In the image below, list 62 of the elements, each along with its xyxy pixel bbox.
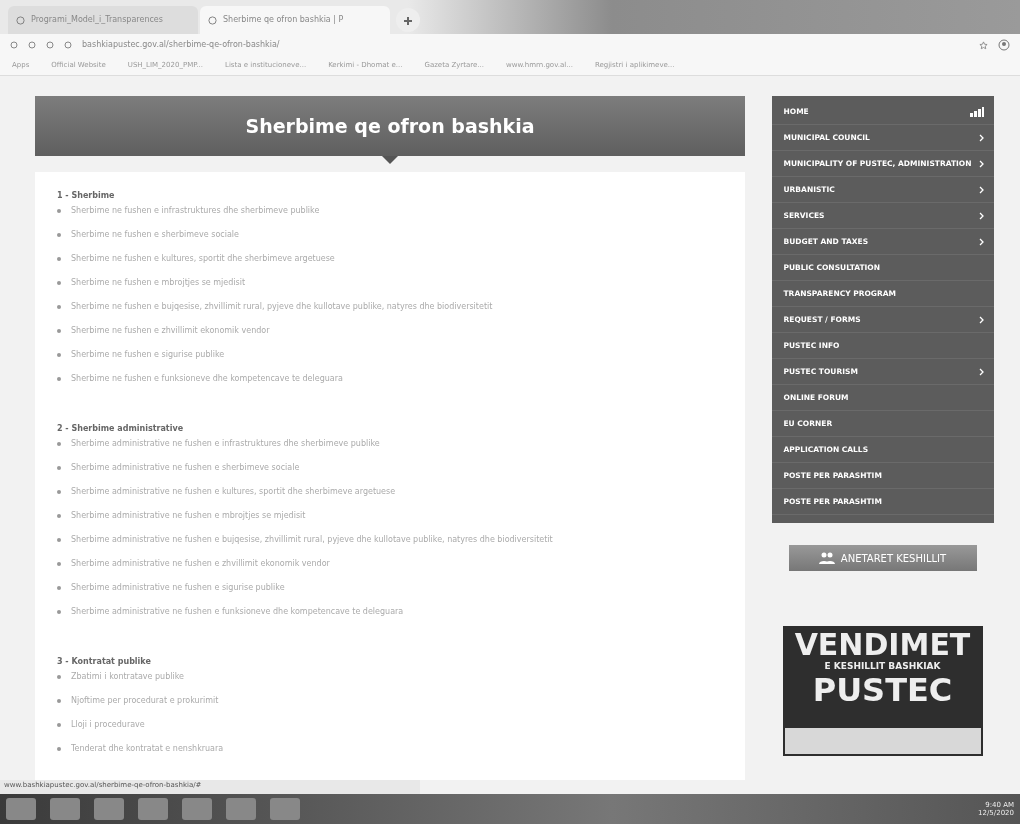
banner-subtitle: E KESHILLIT BASHKIAK xyxy=(824,660,941,673)
council-members-button[interactable]: ANETARET KESHILLIT xyxy=(788,545,977,571)
bookmark-star-icon[interactable] xyxy=(979,40,988,50)
bullet-icon xyxy=(57,675,61,679)
service-link[interactable]: Sherbime administrative ne fushen e sigurise publike xyxy=(71,582,285,594)
bars-icon xyxy=(969,106,984,117)
service-link[interactable]: Sherbime administrative ne fushen e funksioneve dhe kompetencave te deleguara xyxy=(71,606,404,618)
bullet-icon xyxy=(57,562,61,566)
bullet-icon xyxy=(57,353,61,357)
service-link[interactable]: Zbatimi i kontratave publike xyxy=(71,671,184,683)
tab-title: Sherbime qe ofron bashkia | P xyxy=(223,14,344,26)
service-link[interactable]: Njoftime per procedurat e prokurimit xyxy=(71,695,219,707)
service-link[interactable]: Sherbime ne fushen e sigurise publike xyxy=(71,349,225,361)
section-heading: 1 - Sherbime xyxy=(57,190,116,202)
service-link[interactable]: Sherbime ne fushen e sherbimeve sociale xyxy=(71,229,239,241)
service-link[interactable]: Sherbime ne fushen e zhvillimit ekonomik vendor xyxy=(71,325,270,337)
address-bar-url[interactable]: bashkiapustec.gov.al/sherbime-qe-ofron-bashkia/ xyxy=(82,39,280,51)
plus-icon xyxy=(403,16,413,26)
bullet-icon xyxy=(57,538,61,542)
bullet-icon xyxy=(57,233,61,237)
section-heading: 3 - Kontratat publike xyxy=(57,656,152,668)
bullet-icon xyxy=(57,329,61,333)
service-link[interactable]: Lloji i procedurave xyxy=(71,719,145,731)
bullet-icon xyxy=(57,610,61,614)
service-link[interactable]: Sherbime ne fushen e infrastruktures dhe sherbimeve publike xyxy=(71,205,320,217)
bullet-icon xyxy=(57,699,61,703)
banner-title: VENDIMET xyxy=(794,630,971,660)
service-link[interactable]: Sherbime administrative ne fushen e infrastruktures dhe sherbimeve publike xyxy=(71,438,380,450)
service-link[interactable]: Sherbime administrative ne fushen e zhvillimit ekonomik vendor xyxy=(71,558,330,570)
bullet-icon xyxy=(57,257,61,261)
browser-tab[interactable]: Programi_Model_i_Transparences xyxy=(8,6,198,34)
service-link[interactable]: Sherbime administrative ne fushen e bujqesise, zhvillimit rural, pyjeve dhe kullotave publike, natyres dhe biodiversitetit xyxy=(71,534,553,546)
tab-title: Programi_Model_i_Transparences xyxy=(31,14,163,26)
service-link[interactable]: Sherbime ne fushen e funksioneve dhe kompetencave te deleguara xyxy=(71,373,343,385)
new-tab-button[interactable] xyxy=(396,8,420,32)
service-link[interactable]: Sherbime ne fushen e bujqesise, zhvillimit rural, pyjeve dhe kullotave publike, natyres dhe biodiversitetit xyxy=(71,301,493,313)
council-decisions-banner[interactable]: VENDIMET E KESHILLIT BASHKIAK PUSTEC xyxy=(782,626,983,756)
pointer-icon xyxy=(382,156,398,164)
profile-icon[interactable] xyxy=(998,39,1010,51)
service-link[interactable]: Sherbime administrative ne fushen e sherbimeve sociale xyxy=(71,462,300,474)
bullet-icon xyxy=(57,586,61,590)
banner-name: PUSTEC xyxy=(812,673,953,706)
service-link[interactable]: Sherbime ne fushen e mbrojtjes se mjedisit xyxy=(71,277,246,289)
service-link[interactable]: Sherbime administrative ne fushen e mbrojtjes se mjedisit xyxy=(71,510,306,522)
bullet-icon xyxy=(57,442,61,446)
browser-tab[interactable]: Sherbime qe ofron bashkia | P xyxy=(200,6,390,34)
service-link[interactable]: Sherbime ne fushen e kultures, sportit dhe sherbimeve argetuese xyxy=(71,253,335,265)
bullet-icon xyxy=(57,209,61,213)
bullet-icon xyxy=(57,723,61,727)
people-icon xyxy=(818,552,835,564)
bullet-icon xyxy=(57,514,61,518)
page-heading: Sherbime qe ofron bashkia xyxy=(35,96,745,156)
service-link[interactable]: Sherbime administrative ne fushen e kultures, sportit dhe sherbimeve argetuese xyxy=(71,486,396,498)
bullet-icon xyxy=(57,490,61,494)
start-button[interactable] xyxy=(6,798,36,820)
bullet-icon xyxy=(57,466,61,470)
service-link[interactable]: Tenderat dhe kontratat e nenshkruara xyxy=(71,743,224,755)
section-heading: 2 - Sherbime administrative xyxy=(57,423,185,435)
bullet-icon xyxy=(57,281,61,285)
bullet-icon xyxy=(57,377,61,381)
bullet-icon xyxy=(57,747,61,751)
bullet-icon xyxy=(57,305,61,309)
